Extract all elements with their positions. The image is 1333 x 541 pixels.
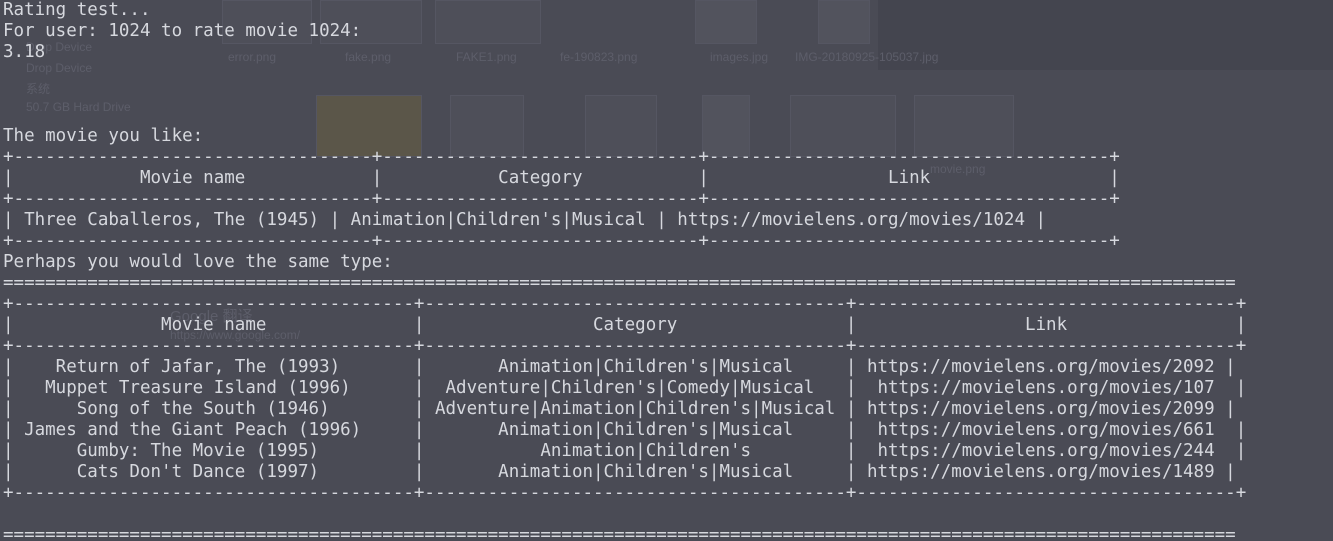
- recommendation-heading: Perhaps you would love the same type:: [3, 252, 393, 272]
- table-row: | Gumby: The Movie (1995) | Animation|Ch…: [3, 441, 1247, 461]
- screen: Drop Device Drop Device 系统 50.7 GB Hard …: [0, 0, 1333, 541]
- table-border: +--------------------------------------+…: [3, 483, 1247, 503]
- table-header-row: | Movie name | Category | Link |: [3, 168, 1120, 188]
- table-row: | James and the Giant Peach (1996) | Ani…: [3, 420, 1247, 440]
- separator-line: ========================================…: [3, 525, 1236, 541]
- table-row: | Muppet Treasure Island (1996) | Advent…: [3, 378, 1247, 398]
- table-row: | Three Caballeros, The (1945) | Animati…: [3, 210, 1047, 230]
- status-line: Rating test...: [3, 0, 151, 20]
- table-border: +----------------------------------+----…: [3, 147, 1120, 167]
- table-border: +--------------------------------------+…: [3, 294, 1247, 314]
- table-border: +--------------------------------------+…: [3, 336, 1247, 356]
- table-header-row: | Movie name | Category | Link |: [3, 315, 1247, 335]
- table-border: +----------------------------------+----…: [3, 231, 1120, 251]
- rating-value-line: 3.18: [3, 42, 46, 62]
- terminal-output: Rating test... For user: 1024 to rate mov…: [3, 0, 1246, 541]
- liked-movie-heading: The movie you like:: [3, 126, 204, 146]
- table-row: | Cats Don't Dance (1997) | Animation|Ch…: [3, 462, 1236, 482]
- table-row: | Song of the South (1946) | Adventure|A…: [3, 399, 1236, 419]
- separator-line: ========================================…: [3, 273, 1236, 293]
- table-row: | Return of Jafar, The (1993) | Animatio…: [3, 357, 1236, 377]
- table-border: +----------------------------------+----…: [3, 189, 1120, 209]
- rating-prompt-line: For user: 1024 to rate movie 1024:: [3, 21, 362, 41]
